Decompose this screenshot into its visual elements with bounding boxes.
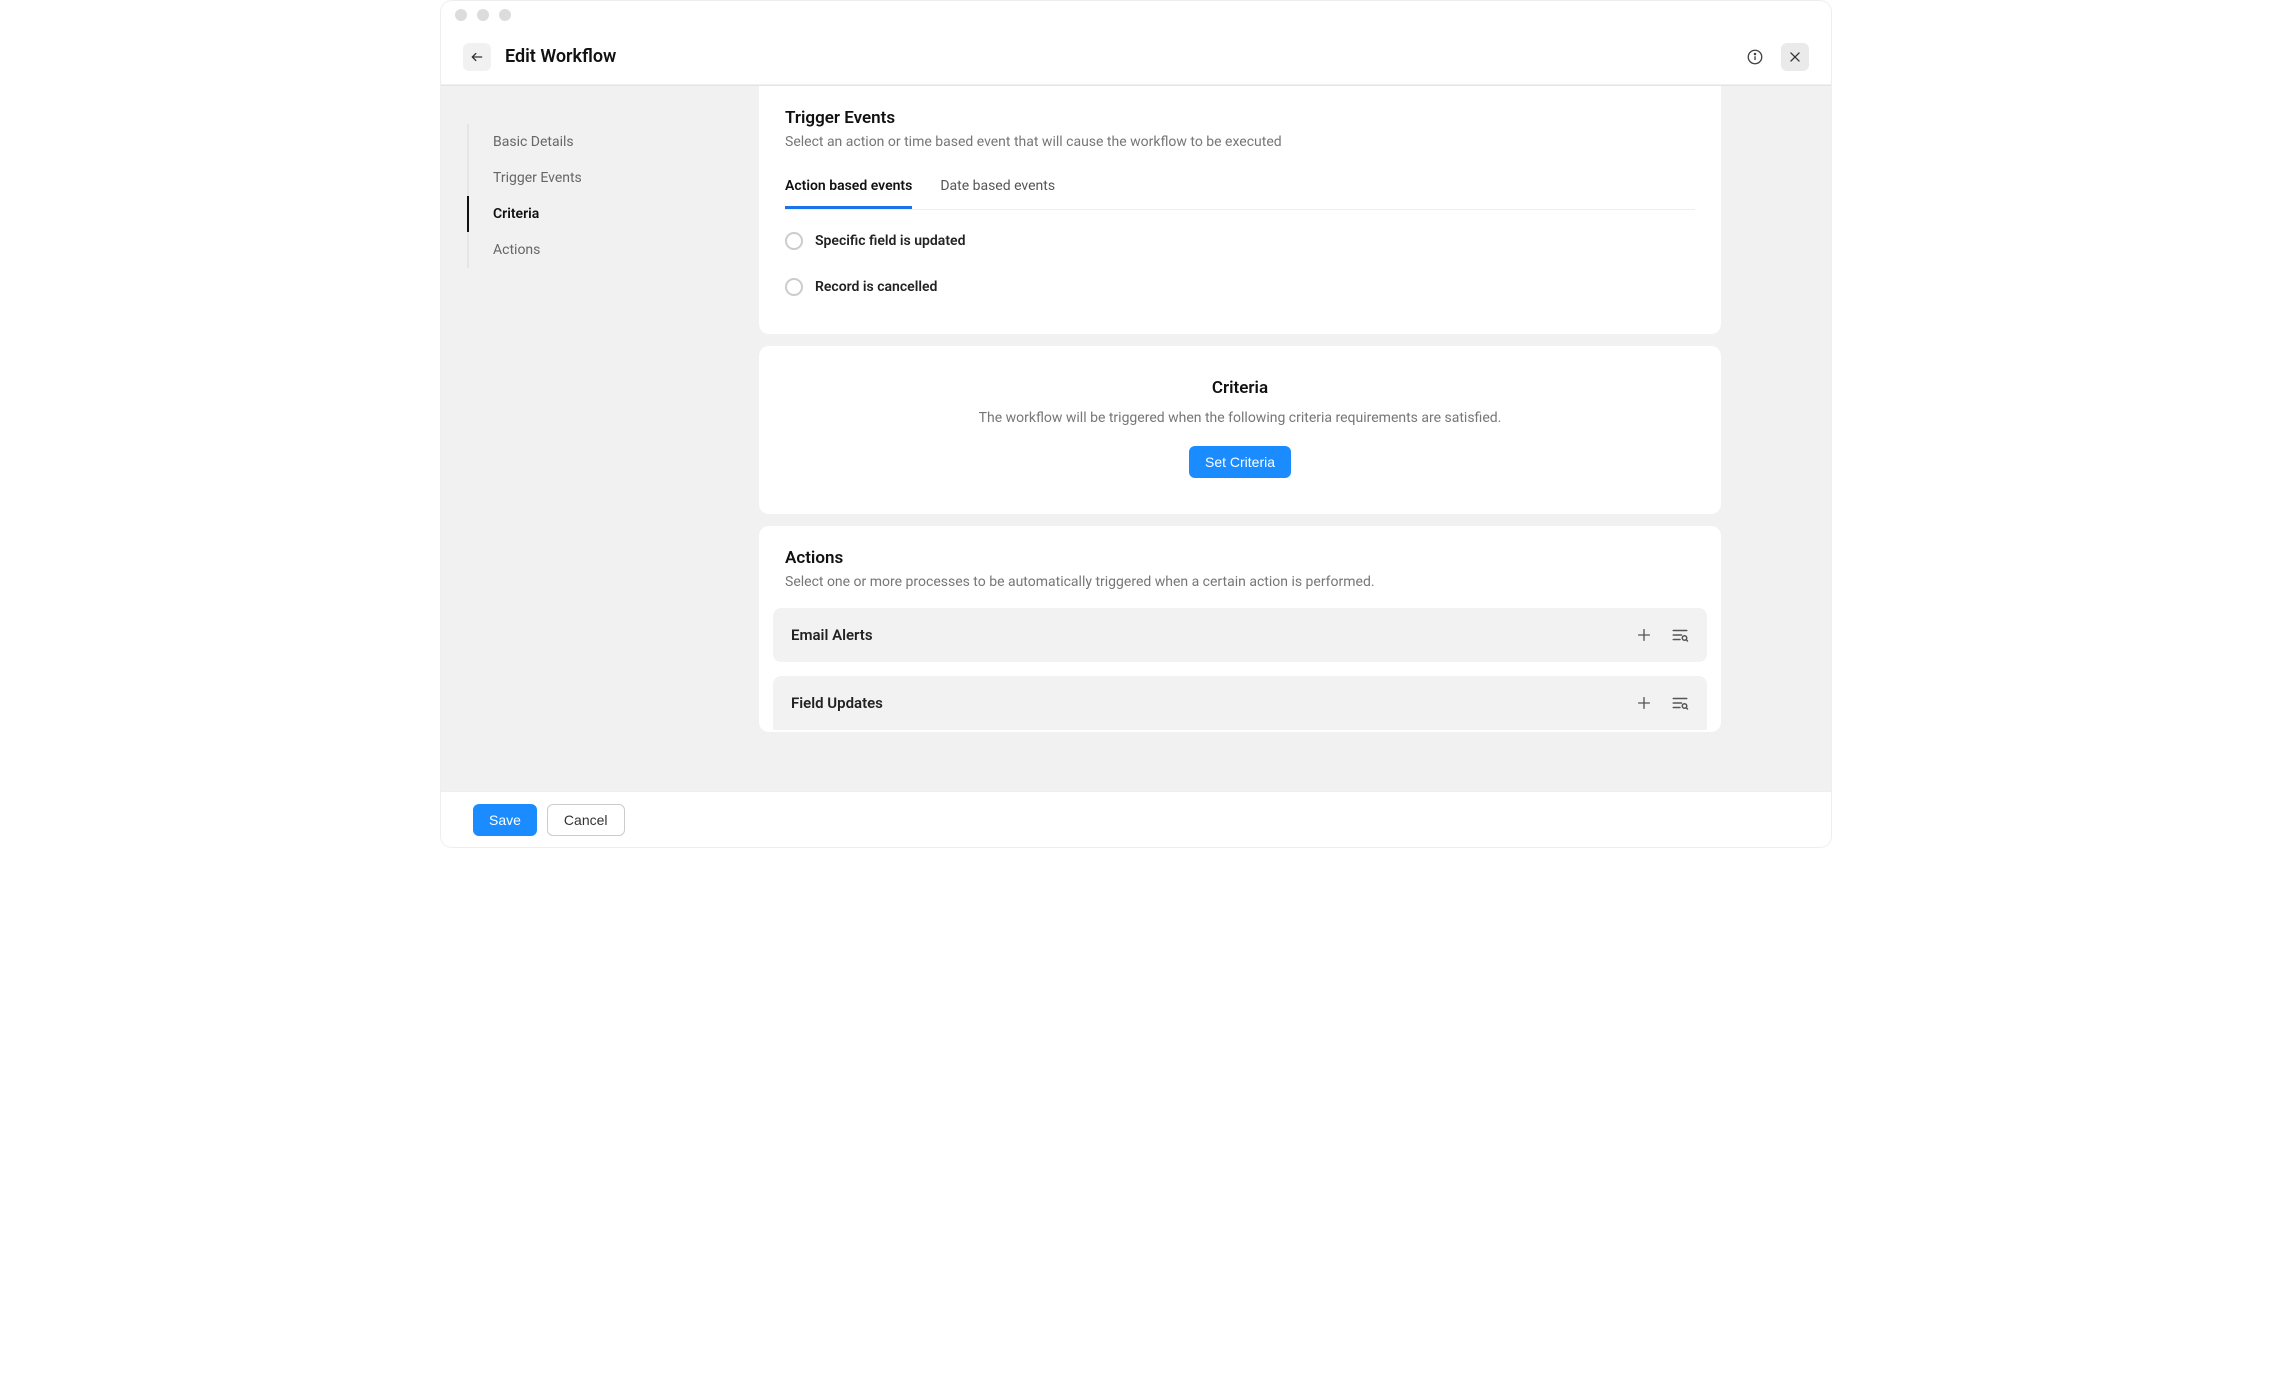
plus-icon xyxy=(1636,627,1652,643)
tab-action-based-events[interactable]: Action based events xyxy=(785,178,912,209)
back-button[interactable] xyxy=(463,43,491,71)
sidebar-item-label: Trigger Events xyxy=(493,170,582,186)
tab-date-based-events[interactable]: Date based events xyxy=(940,178,1055,209)
sidebar-item-label: Basic Details xyxy=(493,134,574,150)
window-dot-minimize[interactable] xyxy=(477,9,489,21)
window-dot-maximize[interactable] xyxy=(499,9,511,21)
add-button[interactable] xyxy=(1635,626,1653,644)
app-window: Edit Workflow Basic Details xyxy=(440,0,1832,848)
sidebar-item-label: Criteria xyxy=(493,206,539,222)
sidebar-item-criteria[interactable]: Criteria xyxy=(467,196,739,232)
footer: Save Cancel xyxy=(441,791,1831,847)
trigger-events-subtitle: Select an action or time based event tha… xyxy=(785,134,1695,150)
list-search-icon xyxy=(1671,626,1689,644)
plus-icon xyxy=(1636,695,1652,711)
action-block-title: Email Alerts xyxy=(791,626,873,644)
action-block-title: Field Updates xyxy=(791,694,883,712)
trigger-events-title: Trigger Events xyxy=(785,108,1695,128)
sidebar-nav: Basic Details Trigger Events Criteria Ac… xyxy=(467,124,741,268)
info-button[interactable] xyxy=(1741,43,1769,71)
actions-title: Actions xyxy=(785,548,1695,568)
trigger-options: Specific field is updated Record is canc… xyxy=(759,210,1721,334)
radio-label: Record is cancelled xyxy=(815,279,937,295)
content-area: Basic Details Trigger Events Criteria Ac… xyxy=(441,85,1831,791)
set-criteria-button[interactable]: Set Criteria xyxy=(1189,446,1291,478)
tab-label: Date based events xyxy=(940,178,1055,194)
cancel-button[interactable]: Cancel xyxy=(547,804,625,836)
close-icon xyxy=(1788,50,1802,64)
add-button[interactable] xyxy=(1635,694,1653,712)
actions-subtitle: Select one or more processes to be autom… xyxy=(785,574,1695,590)
radio-icon xyxy=(785,232,803,250)
trigger-option-specific-field[interactable]: Specific field is updated xyxy=(785,218,1695,264)
action-block-email-alerts: Email Alerts xyxy=(773,608,1707,662)
window-titlebar xyxy=(441,1,1831,29)
sidebar-item-label: Actions xyxy=(493,242,540,258)
tab-label: Action based events xyxy=(785,178,912,194)
save-button[interactable]: Save xyxy=(473,804,537,836)
criteria-card: Criteria The workflow will be triggered … xyxy=(759,346,1721,514)
list-search-icon xyxy=(1671,694,1689,712)
main-column: Trigger Events Select an action or time … xyxy=(741,86,1831,791)
trigger-events-card: Trigger Events Select an action or time … xyxy=(759,86,1721,334)
info-icon xyxy=(1746,48,1764,66)
actions-card: Actions Select one or more processes to … xyxy=(759,526,1721,732)
page-title: Edit Workflow xyxy=(505,46,616,67)
sidebar-item-trigger-events[interactable]: Trigger Events xyxy=(467,160,739,196)
sidebar-item-actions[interactable]: Actions xyxy=(467,232,739,268)
app-header: Edit Workflow xyxy=(441,29,1831,85)
action-block-field-updates: Field Updates xyxy=(773,676,1707,730)
trigger-option-record-cancelled[interactable]: Record is cancelled xyxy=(785,264,1695,310)
select-existing-button[interactable] xyxy=(1671,626,1689,644)
close-button[interactable] xyxy=(1781,43,1809,71)
sidebar: Basic Details Trigger Events Criteria Ac… xyxy=(441,86,741,791)
arrow-left-icon xyxy=(470,50,484,64)
criteria-description: The workflow will be triggered when the … xyxy=(899,408,1581,428)
sidebar-item-basic-details[interactable]: Basic Details xyxy=(467,124,739,160)
radio-label: Specific field is updated xyxy=(815,233,965,249)
select-existing-button[interactable] xyxy=(1671,694,1689,712)
window-dot-close[interactable] xyxy=(455,9,467,21)
trigger-event-tabs: Action based events Date based events xyxy=(785,178,1695,210)
criteria-title: Criteria xyxy=(899,378,1581,398)
radio-icon xyxy=(785,278,803,296)
